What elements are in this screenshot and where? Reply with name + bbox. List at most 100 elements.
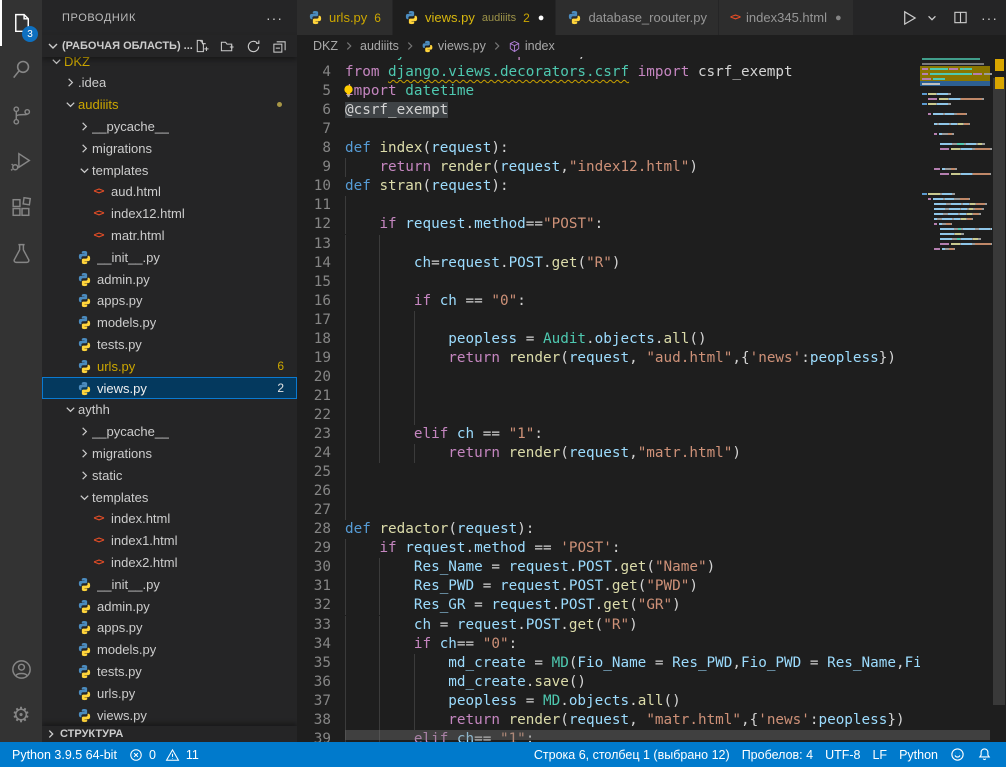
tree-item-index-html[interactable]: <>index.html <box>42 508 297 530</box>
tree-item-index12-html[interactable]: <>index12.html <box>42 203 297 225</box>
language-mode-status[interactable]: Python <box>893 742 944 767</box>
settings-gear-icon[interactable]: ⚙ <box>0 692 42 738</box>
code-line-33[interactable]: 33 ch = request.POST.get("R") <box>297 616 920 635</box>
code-line-27[interactable]: 27 <box>297 501 920 520</box>
code-editor[interactable]: 3from aythh.models import MD,Audit4from … <box>297 57 1006 742</box>
code-line-19[interactable]: 19 return render(request, "aud.html",{'n… <box>297 349 920 368</box>
code-line-8[interactable]: 8def index(request): <box>297 139 920 158</box>
code-line-21[interactable]: 21 <box>297 387 920 406</box>
tree-item-templates[interactable]: templates <box>42 159 297 181</box>
run-dropdown-chevron-icon[interactable] <box>926 12 938 24</box>
tree-item-index2-html[interactable]: <>index2.html <box>42 551 297 573</box>
code-line-36[interactable]: 36 md_create.save() <box>297 673 920 692</box>
tree-item-apps-py[interactable]: apps.py <box>42 617 297 639</box>
tree-item--pycache-[interactable]: __pycache__ <box>42 421 297 443</box>
tree-item-templates[interactable]: templates <box>42 486 297 508</box>
tab-urls-py[interactable]: urls.py6 <box>297 0 392 35</box>
code-line-9[interactable]: 9 return render(request,"index12.html") <box>297 158 920 177</box>
indentation-status[interactable]: Пробелов: 4 <box>736 742 819 767</box>
breadcrumb-item-DKZ[interactable]: DKZ <box>313 39 338 53</box>
code-line-10[interactable]: 10def stran(request): <box>297 177 920 196</box>
tree-item-aythh[interactable]: aythh <box>42 399 297 421</box>
extensions-icon[interactable] <box>0 184 42 230</box>
python-interpreter-status[interactable]: Python 3.9.5 64-bit <box>6 742 123 767</box>
tree-item-static[interactable]: static <box>42 464 297 486</box>
code-line-16[interactable]: 16 if ch == "0": <box>297 292 920 311</box>
tab-index345-html[interactable]: <>index345.html● <box>719 0 853 35</box>
new-file-icon[interactable] <box>194 39 209 54</box>
tree-item-aud-html[interactable]: <>aud.html <box>42 181 297 203</box>
run-and-debug-icon[interactable] <box>0 138 42 184</box>
code-line-6[interactable]: 6@csrf_exempt <box>297 101 920 120</box>
code-line-32[interactable]: 32 Res_GR = request.POST.get("GR") <box>297 596 920 615</box>
more-actions-icon[interactable]: ··· <box>981 10 998 26</box>
tree-item-urls-py[interactable]: urls.py <box>42 682 297 704</box>
run-python-file-button[interactable] <box>900 9 917 26</box>
tree-item--idea[interactable]: .idea <box>42 72 297 94</box>
collapse-all-icon[interactable] <box>272 39 287 54</box>
breadcrumb-item-index[interactable]: index <box>508 39 555 53</box>
code-line-7[interactable]: 7 <box>297 120 920 139</box>
tree-item-admin-py[interactable]: admin.py <box>42 595 297 617</box>
tree-item--init-py[interactable]: __init__.py <box>42 246 297 268</box>
vertical-scrollbar-slider[interactable] <box>993 78 1005 705</box>
tree-item-admin-py[interactable]: admin.py <box>42 268 297 290</box>
code-line-38[interactable]: 38 return render(request, "matr.html",{'… <box>297 711 920 730</box>
notifications-bell-icon[interactable] <box>971 742 998 767</box>
tree-item--init-py[interactable]: __init__.py <box>42 573 297 595</box>
code-line-18[interactable]: 18 peopless = Audit.objects.all() <box>297 330 920 349</box>
testing-icon[interactable] <box>0 230 42 276</box>
tree-item-views-py[interactable]: views.py2 <box>42 377 297 399</box>
tree-item--pycache-[interactable]: __pycache__ <box>42 115 297 137</box>
explorer-icon[interactable]: 3 <box>0 0 42 46</box>
breadcrumb-item-views-py[interactable]: views.py <box>421 39 486 53</box>
code-line-20[interactable]: 20 <box>297 368 920 387</box>
breadcrumb-item-audiiits[interactable]: audiiits <box>360 39 399 53</box>
new-folder-icon[interactable] <box>220 39 235 54</box>
code-line-13[interactable]: 13 <box>297 235 920 254</box>
eol-status[interactable]: LF <box>866 742 893 767</box>
search-icon[interactable] <box>0 46 42 92</box>
minimap[interactable] <box>920 57 992 742</box>
tree-item-views-py[interactable]: views.py <box>42 704 297 726</box>
tree-item-models-py[interactable]: models.py <box>42 639 297 661</box>
code-line-5[interactable]: 5import datetime <box>297 82 920 101</box>
code-line-30[interactable]: 30 Res_Name = request.POST.get("Name") <box>297 558 920 577</box>
code-line-26[interactable]: 26 <box>297 482 920 501</box>
outline-section-header[interactable]: СТРУКТУРА <box>42 726 297 742</box>
tree-item-migrations[interactable]: migrations <box>42 137 297 159</box>
code-line-37[interactable]: 37 peopless = MD.objects.all() <box>297 692 920 711</box>
vertical-scrollbar[interactable] <box>992 57 1006 742</box>
code-line-11[interactable]: 11 <box>297 196 920 215</box>
code-line-12[interactable]: 12 if request.method=="POST": <box>297 215 920 234</box>
code-line-23[interactable]: 23 elif ch == "1": <box>297 425 920 444</box>
code-line-22[interactable]: 22 <box>297 406 920 425</box>
feedback-icon[interactable] <box>944 742 971 767</box>
modified-dot-icon[interactable]: ● <box>538 12 545 24</box>
tree-item-apps-py[interactable]: apps.py <box>42 290 297 312</box>
refresh-icon[interactable] <box>246 39 261 54</box>
tree-item-tests-py[interactable]: tests.py <box>42 660 297 682</box>
code-line-17[interactable]: 17 <box>297 311 920 330</box>
code-line-29[interactable]: 29 if request.method == 'POST': <box>297 539 920 558</box>
code-line-31[interactable]: 31 Res_PWD = request.POST.get("PWD") <box>297 577 920 596</box>
code-line-28[interactable]: 28def redactor(request): <box>297 520 920 539</box>
tree-item-tests-py[interactable]: tests.py <box>42 333 297 355</box>
problems-status[interactable]: 0 11 <box>123 742 205 767</box>
views-and-more-actions-icon[interactable]: ··· <box>266 10 283 26</box>
code-line-35[interactable]: 35 md_create = MD(Fio_Name = Res_PWD,Fio… <box>297 654 920 673</box>
tab-database-roouter-py[interactable]: database_roouter.py <box>556 0 718 35</box>
horizontal-scrollbar-slider[interactable] <box>345 730 990 740</box>
tree-item-migrations[interactable]: migrations <box>42 442 297 464</box>
tree-item-urls-py[interactable]: urls.py6 <box>42 355 297 377</box>
tree-item-matr-html[interactable]: <>matr.html <box>42 224 297 246</box>
workspace-section-header[interactable]: (РАБОЧАЯ ОБЛАСТЬ) ... <box>42 35 297 57</box>
code-line-14[interactable]: 14 ch=request.POST.get("R") <box>297 254 920 273</box>
cursor-position-status[interactable]: Строка 6, столбец 1 (выбрано 12) <box>528 742 736 767</box>
account-icon[interactable] <box>0 646 42 692</box>
code-line-24[interactable]: 24 return render(request,"matr.html") <box>297 444 920 463</box>
modified-dot-icon[interactable]: ● <box>835 12 842 24</box>
code-line-25[interactable]: 25 <box>297 463 920 482</box>
tree-item-models-py[interactable]: models.py <box>42 312 297 334</box>
code-line-15[interactable]: 15 <box>297 273 920 292</box>
